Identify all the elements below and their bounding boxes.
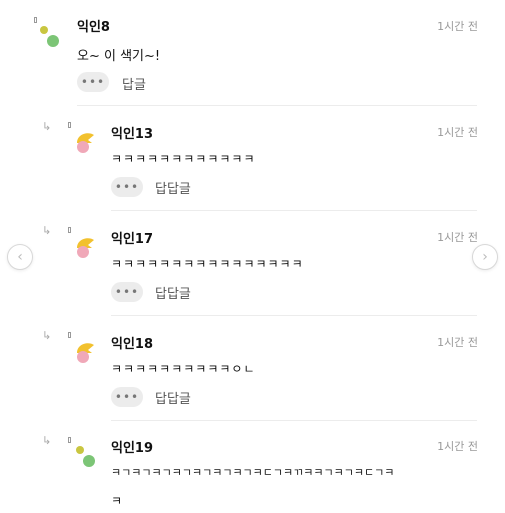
reply-arrow-icon: ↳ — [42, 329, 52, 342]
comment-time: 1시간 전 — [437, 126, 478, 139]
reply-button[interactable]: 답글 — [122, 74, 146, 93]
comment-nickname: 익인17 — [111, 232, 154, 247]
reply-button[interactable]: 답답글 — [155, 283, 191, 302]
chevron-left-icon: ‹ — [17, 249, 23, 265]
avatar-icon — [77, 238, 94, 258]
reply-arrow-icon: ↳ — [42, 120, 52, 133]
comment-nickname: 익인19 — [111, 441, 154, 456]
comment-nickname: 익인13 — [111, 127, 154, 142]
comment-nickname: 익인8 — [77, 20, 110, 35]
prev-arrow-button[interactable]: ‹ — [7, 244, 33, 270]
comment-text: ㅋㅋㅋㅋㅋㅋㅋㅋㅋㅋㅇㄴ — [111, 362, 256, 376]
more-options-button[interactable]: ••• — [111, 177, 143, 197]
reply-button[interactable]: 답답글 — [155, 388, 191, 407]
divider — [111, 315, 477, 316]
reply-arrow-icon: ↳ — [42, 224, 52, 237]
avatar-icon — [76, 446, 95, 467]
avatar-icon — [40, 26, 59, 47]
reply-arrow-icon: ↳ — [42, 434, 52, 447]
comment-time: 1시간 전 — [437, 231, 478, 244]
comment-text: ㅋㅋㅋㅋㅋㅋㅋㅋㅋㅋㅋㅋㅋㅋㅋㅋ — [111, 257, 304, 271]
avatar-icon — [77, 133, 94, 153]
more-icon: ••• — [114, 180, 140, 194]
divider — [111, 210, 477, 211]
comment-nickname: 익인18 — [111, 337, 154, 352]
more-options-button[interactable]: ••• — [111, 282, 143, 302]
chevron-right-icon: › — [482, 249, 488, 265]
more-options-button[interactable]: ••• — [77, 72, 109, 92]
comment-text: ㅋㄱㅋㄱㅋㄱㅋㄱㅋㄱㅋㄱㅋㄱㅋㄷㄱㅋㄲㅋㅋㄱㅋㄱㅋㄷㄱㅋ — [111, 466, 395, 479]
comment-text: ㅋㅋㅋㅋㅋㅋㅋㅋㅋㅋㅋㅋ — [111, 152, 256, 166]
more-options-button[interactable]: ••• — [111, 387, 143, 407]
more-icon: ••• — [80, 75, 106, 89]
comment-time: 1시간 전 — [437, 336, 478, 349]
comment-time: 1시간 전 — [437, 440, 478, 453]
divider — [111, 420, 477, 421]
comment-text: 오~ 이 색기~! — [77, 49, 161, 64]
avatar-icon — [77, 343, 94, 363]
next-arrow-button[interactable]: › — [472, 244, 498, 270]
divider — [77, 105, 477, 106]
reply-button[interactable]: 답답글 — [155, 178, 191, 197]
more-icon: ••• — [114, 285, 140, 299]
comment-time: 1시간 전 — [437, 20, 478, 33]
comment-text-continued: ㅋ — [111, 494, 124, 508]
more-icon: ••• — [114, 390, 140, 404]
